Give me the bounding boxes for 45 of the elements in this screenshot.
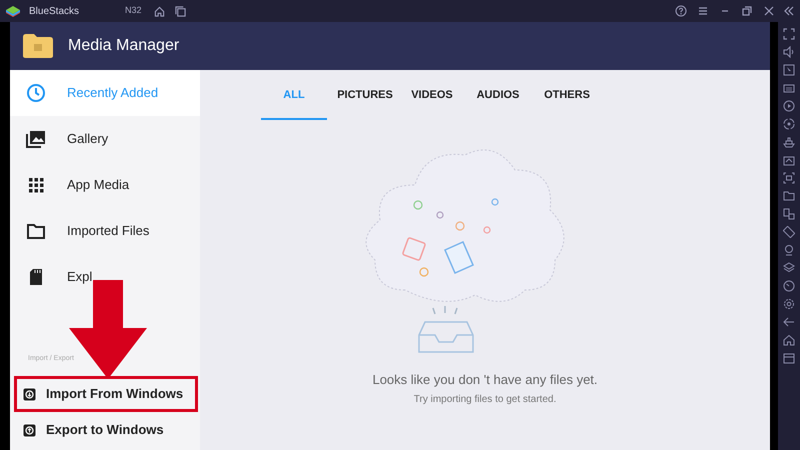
tab[interactable]: OTHERS xyxy=(535,72,599,120)
instance-label: N32 xyxy=(125,4,142,18)
app-logo-icon xyxy=(5,4,21,18)
sidebar-action[interactable]: Export to Windows xyxy=(14,412,198,448)
settings-icon[interactable] xyxy=(783,298,795,310)
grid-icon xyxy=(26,175,46,195)
menu-icon[interactable] xyxy=(697,5,709,17)
app-title: Media Manager xyxy=(68,36,180,56)
keyboard-icon[interactable] xyxy=(783,82,795,94)
export-icon xyxy=(23,424,36,436)
collapse-icon[interactable] xyxy=(783,5,795,17)
home-icon[interactable] xyxy=(154,6,165,16)
empty-hint: Try importing files to get started. xyxy=(414,392,556,406)
rotate-icon[interactable] xyxy=(783,118,795,130)
help-icon[interactable] xyxy=(675,5,687,17)
windows-icon[interactable] xyxy=(174,6,186,16)
clock-icon xyxy=(26,83,46,103)
shake-icon[interactable] xyxy=(783,226,795,238)
folder-icon xyxy=(26,221,46,241)
fullscreen-icon[interactable] xyxy=(783,28,795,40)
tab[interactable]: VIDEOS xyxy=(403,72,461,120)
ship-icon[interactable] xyxy=(783,136,795,148)
volume-icon[interactable] xyxy=(783,46,795,58)
location-icon[interactable] xyxy=(783,244,795,256)
app-name: BlueStacks xyxy=(29,4,80,18)
close-icon[interactable] xyxy=(763,5,775,17)
folder-icon xyxy=(22,33,54,59)
record-icon[interactable] xyxy=(783,100,795,112)
tab[interactable]: AUDIOS xyxy=(461,72,535,120)
layers-icon[interactable] xyxy=(783,262,795,274)
folder-icon[interactable] xyxy=(783,190,795,202)
cursor-icon[interactable] xyxy=(783,64,795,76)
back-icon[interactable] xyxy=(783,316,795,328)
sidebar-action[interactable]: Import From Windows xyxy=(14,376,198,412)
restore-icon[interactable] xyxy=(741,5,753,17)
screenshot-icon[interactable] xyxy=(783,172,795,184)
import-icon xyxy=(23,388,36,400)
empty-message: Looks like you don 't have any files yet. xyxy=(372,371,598,389)
gauge-icon[interactable] xyxy=(783,154,795,166)
resize-icon[interactable] xyxy=(783,208,795,220)
speed-icon[interactable] xyxy=(783,280,795,292)
tab[interactable]: PICTURES xyxy=(327,72,403,120)
windows-icon[interactable] xyxy=(783,352,795,364)
photos-icon xyxy=(26,129,46,149)
home-icon[interactable] xyxy=(783,334,795,346)
